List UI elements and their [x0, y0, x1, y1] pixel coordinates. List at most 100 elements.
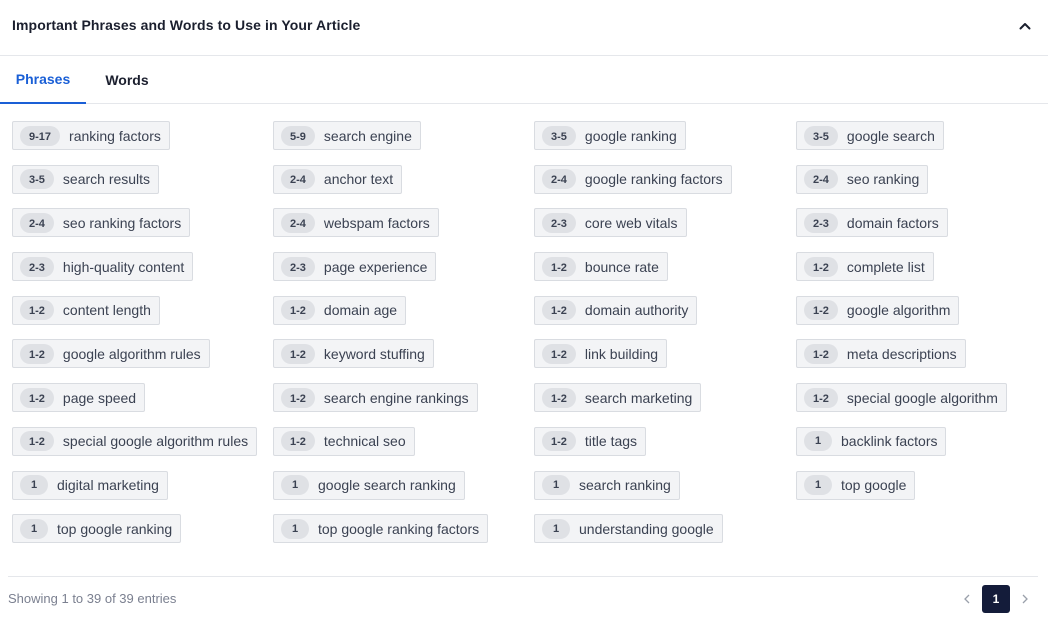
phrase-text: meta descriptions: [846, 345, 957, 362]
phrase-cell: 1 backlink factors: [796, 426, 1048, 471]
phrase-chip[interactable]: 2-3 core web vitals: [534, 208, 687, 238]
phrase-chip[interactable]: 1 backlink factors: [796, 426, 947, 456]
phrase-chip[interactable]: 1-2 link building: [534, 339, 668, 369]
phrase-text: title tags: [584, 433, 638, 450]
phrase-chip[interactable]: 2-4 seo ranking: [796, 164, 929, 194]
phrase-text: anchor text: [323, 171, 394, 188]
occurrence-range-badge: 2-4: [281, 169, 315, 190]
phrase-cell: 3-5 google ranking: [534, 121, 796, 165]
tab-words[interactable]: Words: [86, 56, 168, 104]
pagination-page-1[interactable]: 1: [982, 585, 1010, 613]
phrase-chip[interactable]: 1-2 technical seo: [273, 426, 415, 456]
phrase-chip[interactable]: 1-2 domain authority: [534, 295, 698, 325]
phrase-text: complete list: [846, 258, 925, 275]
phrase-text: ranking factors: [69, 127, 161, 144]
phrase-chip[interactable]: 1-2 search engine rankings: [273, 383, 478, 413]
phrase-chip[interactable]: 1-2 google algorithm: [796, 295, 960, 325]
occurrence-range-badge: 2-4: [542, 169, 576, 190]
occurrence-range-badge: 1-2: [281, 300, 315, 321]
phrase-chip[interactable]: 1-2 page speed: [12, 383, 146, 413]
phrase-chip[interactable]: 1-2 title tags: [534, 426, 647, 456]
phrase-text: google algorithm: [846, 302, 951, 319]
phrase-chip[interactable]: 9-17 ranking factors: [12, 121, 170, 150]
phrase-cell: 1-2 complete list: [796, 252, 1048, 296]
occurrence-range-badge: 1-2: [20, 431, 54, 452]
phrase-text: seo ranking: [846, 171, 920, 188]
phrase-cell: 1-2 google algorithm rules: [12, 339, 273, 383]
phrase-text: page experience: [323, 258, 428, 275]
phrase-text: webspam factors: [323, 214, 430, 231]
phrase-cell: 1 top google ranking factors: [273, 514, 534, 558]
phrase-chip[interactable]: 1-2 domain age: [273, 295, 407, 325]
phrase-cell: 5-9 search engine: [273, 121, 534, 165]
occurrence-range-badge: 1-2: [542, 431, 576, 452]
phrase-chip[interactable]: 2-4 webspam factors: [273, 208, 439, 238]
phrase-cell: 1-2 page speed: [12, 383, 273, 427]
occurrence-range-badge: 1-2: [281, 387, 315, 408]
occurrence-range-badge: 3-5: [542, 125, 576, 146]
occurrence-range-badge: 1-2: [542, 300, 576, 321]
occurrence-range-badge: 1-2: [804, 387, 838, 408]
chevron-right-icon: [1022, 594, 1028, 604]
phrase-chip[interactable]: 1-2 keyword stuffing: [273, 339, 434, 369]
phrase-chip[interactable]: 3-5 google search: [796, 121, 944, 150]
occurrence-range-badge: 1-2: [281, 431, 315, 452]
phrase-chip[interactable]: 5-9 search engine: [273, 121, 421, 150]
phrase-chip[interactable]: 3-5 search results: [12, 164, 160, 194]
phrase-cell: 1-2 google algorithm: [796, 295, 1048, 340]
phrase-text: search results: [62, 171, 151, 188]
pagination-prev-button[interactable]: [959, 588, 975, 610]
occurrence-range-badge: 1-2: [542, 387, 576, 408]
phrase-text: search ranking: [579, 477, 671, 493]
phrase-cell: 1-2 special google algorithm: [796, 383, 1048, 427]
chevron-left-icon: [964, 594, 970, 604]
phrase-chip[interactable]: 1 digital marketing: [12, 470, 168, 500]
phrase-chip[interactable]: 1-2 google algorithm rules: [12, 339, 210, 369]
phrase-chip[interactable]: 1 top google ranking: [12, 514, 182, 544]
phrase-cell: 1-2 technical seo: [273, 426, 534, 471]
phrase-text: top google: [841, 477, 907, 493]
phrase-chip[interactable]: 1-2 special google algorithm: [796, 383, 1007, 413]
pagination-next-button[interactable]: [1017, 588, 1033, 610]
phrase-text: search engine: [323, 127, 412, 144]
phrase-chip[interactable]: 1-2 search marketing: [534, 383, 702, 413]
phrase-chip[interactable]: 2-4 anchor text: [273, 164, 403, 194]
phrase-chip[interactable]: 3-5 google ranking: [534, 121, 686, 150]
phrase-chip[interactable]: 2-3 high-quality content: [12, 252, 194, 282]
phrase-text: google ranking factors: [584, 171, 723, 188]
phrase-text: seo ranking factors: [62, 214, 182, 231]
phrase-chip[interactable]: 1 top google: [796, 470, 916, 500]
phrase-chip[interactable]: 1-2 special google algorithm rules: [12, 426, 258, 456]
phrase-chip[interactable]: 2-4 seo ranking factors: [12, 208, 191, 238]
phrase-chip[interactable]: 1 top google ranking factors: [273, 514, 489, 544]
occurrence-range-badge: 1: [281, 518, 309, 539]
occurrence-range-badge: 2-4: [281, 212, 315, 233]
occurrence-range-badge: 2-4: [20, 212, 54, 233]
collapse-button[interactable]: [1014, 16, 1036, 36]
phrase-chip[interactable]: 1 understanding google: [534, 514, 723, 544]
phrase-chip[interactable]: 1-2 content length: [12, 295, 160, 325]
chevron-up-icon: [1019, 23, 1031, 30]
phrase-chip[interactable]: 2-4 google ranking factors: [534, 164, 732, 194]
footer-divider: [8, 576, 1038, 577]
phrase-cell: 2-3 core web vitals: [534, 208, 796, 252]
phrase-cell: 2-3 domain factors: [796, 208, 1048, 252]
phrase-chip[interactable]: 2-3 page experience: [273, 252, 437, 282]
phrase-text: google ranking: [584, 127, 677, 144]
phrase-chip[interactable]: 1 search ranking: [534, 470, 680, 500]
phrase-text: google algorithm rules: [62, 345, 201, 362]
phrase-chip[interactable]: 1-2 bounce rate: [534, 252, 668, 282]
phrase-chip[interactable]: 1 google search ranking: [273, 470, 465, 500]
occurrence-range-badge: 1-2: [20, 387, 54, 408]
phrase-text: special google algorithm: [846, 389, 998, 406]
phrase-text: search marketing: [584, 389, 693, 406]
phrase-cell: 1-2 search marketing: [534, 383, 796, 427]
phrase-chip[interactable]: 1-2 complete list: [796, 252, 934, 282]
phrase-cell: 1-2 domain age: [273, 295, 534, 340]
phrase-chip[interactable]: 2-3 domain factors: [796, 208, 948, 238]
phrase-chip[interactable]: 1-2 meta descriptions: [796, 339, 966, 369]
tab-phrases[interactable]: Phrases: [0, 56, 86, 104]
phrase-cell: 2-4 google ranking factors: [534, 164, 796, 209]
phrase-cell: 1-2 bounce rate: [534, 252, 796, 296]
occurrence-range-badge: 1-2: [20, 300, 54, 321]
